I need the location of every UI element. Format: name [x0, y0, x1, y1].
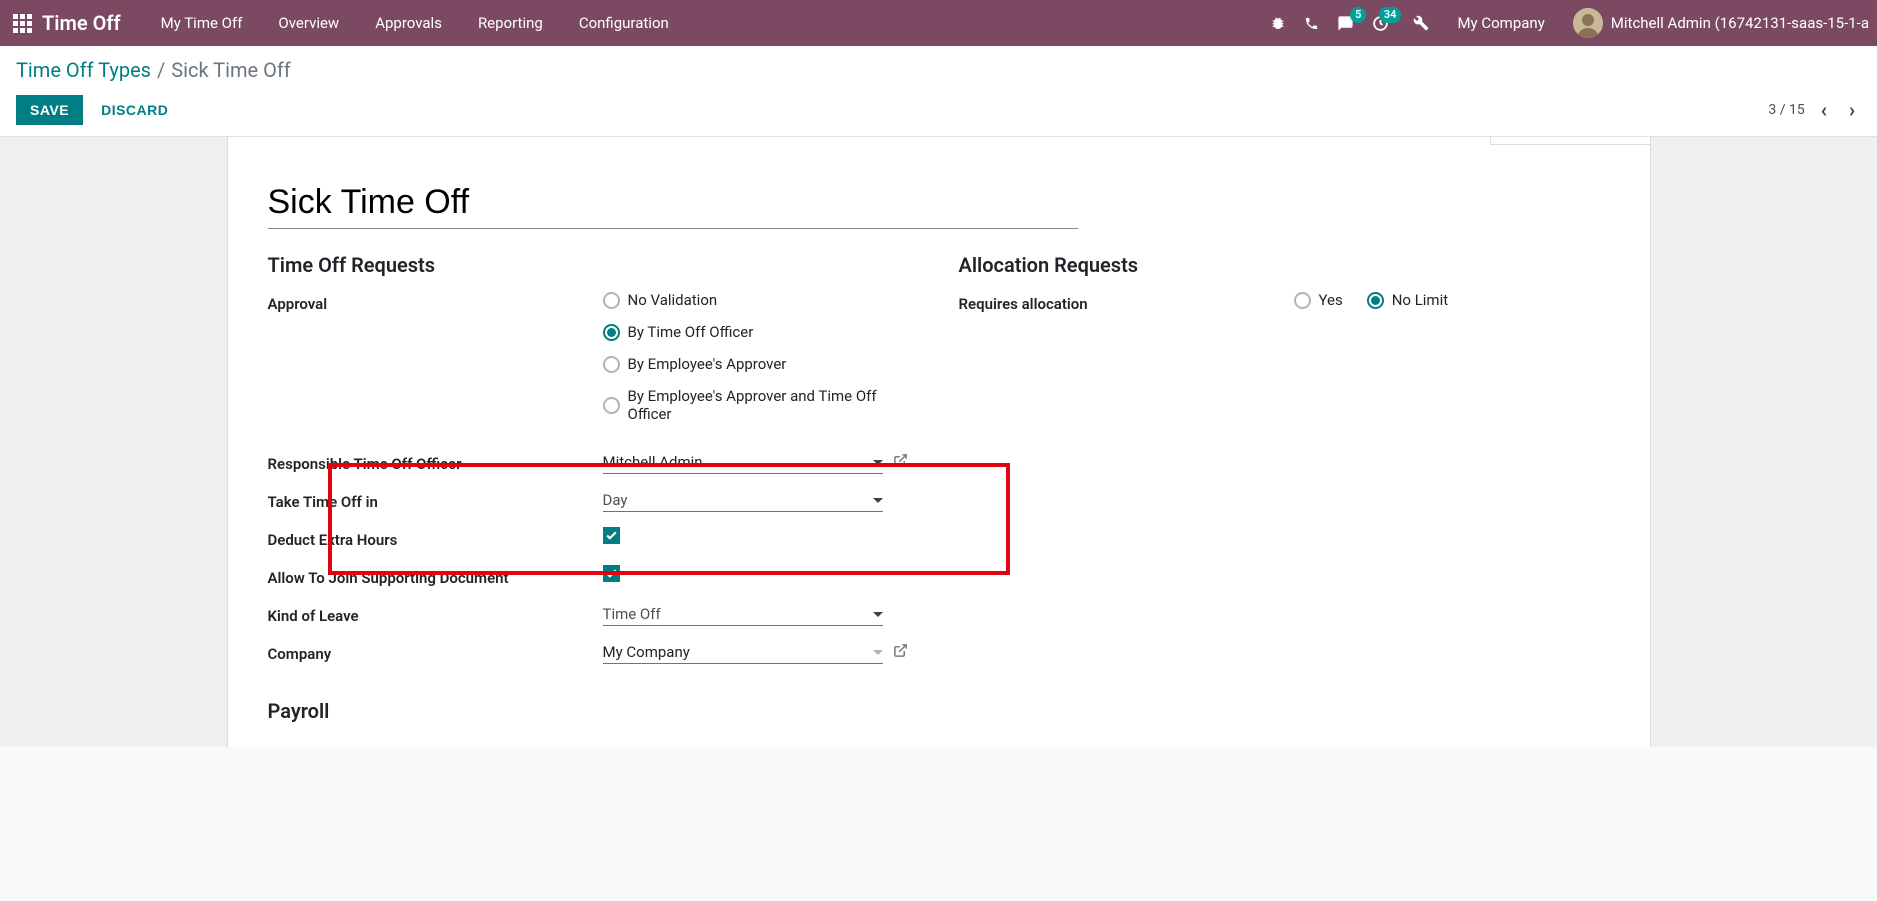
approval-option-approver[interactable]: By Employee's Approver [603, 355, 919, 373]
allow-supporting-doc-checkbox[interactable] [603, 565, 620, 582]
nav-approvals[interactable]: Approvals [359, 6, 458, 40]
breadcrumb: Time Off Types / Sick Time Off [16, 58, 1861, 82]
alloc-option-yes[interactable]: Yes [1294, 291, 1343, 309]
nav-my-time-off[interactable]: My Time Off [145, 6, 259, 40]
messages-badge: 5 [1350, 7, 1366, 23]
label-kind: Kind of Leave [268, 603, 603, 625]
save-button[interactable]: SAVE [16, 95, 83, 125]
company-selector[interactable]: My Company [1457, 14, 1544, 32]
label-requires-alloc: Requires allocation [959, 291, 1294, 313]
label-allow-doc: Allow To Join Supporting Document [268, 565, 603, 587]
responsible-officer-input[interactable]: Mitchell Admin [603, 451, 883, 474]
app-brand[interactable]: Time Off [42, 11, 121, 35]
breadcrumb-sep: / [157, 58, 165, 82]
chevron-down-icon [873, 612, 883, 617]
bug-icon[interactable] [1270, 15, 1286, 31]
label-take-in: Take Time Off in [268, 489, 603, 511]
activities-icon[interactable]: 34 [1372, 15, 1389, 32]
take-time-off-in-select[interactable]: Day [603, 489, 883, 512]
radio-unchecked-icon [603, 292, 620, 309]
section-allocation-title: Allocation Requests [959, 253, 1610, 277]
section-requests-title: Time Off Requests [268, 253, 919, 277]
deduct-extra-hours-checkbox[interactable] [603, 527, 620, 544]
approval-option-both[interactable]: By Employee's Approver and Time Off Offi… [603, 387, 919, 423]
label-company: Company [268, 641, 603, 663]
pager: 3 / 15 ‹ › [1768, 94, 1861, 126]
label-approval: Approval [268, 291, 603, 313]
company-input[interactable]: My Company [603, 641, 883, 664]
topbar: Time Off My Time Off Overview Approvals … [0, 0, 1877, 46]
systray: 5 34 My Company Mitchell Admin (16742131… [1270, 8, 1869, 38]
radio-checked-icon [1367, 292, 1384, 309]
label-responsible: Responsible Time Off Officer [268, 451, 603, 473]
radio-checked-icon [603, 324, 620, 341]
phone-icon[interactable] [1304, 16, 1319, 31]
nav-reporting[interactable]: Reporting [462, 6, 559, 40]
alloc-option-no-limit[interactable]: No Limit [1367, 291, 1448, 309]
pager-value[interactable]: 3 / 15 [1768, 102, 1804, 118]
breadcrumb-parent[interactable]: Time Off Types [16, 58, 151, 82]
control-panel: Time Off Types / Sick Time Off SAVE DISC… [0, 46, 1877, 137]
radio-unchecked-icon [1294, 292, 1311, 309]
user-name: Mitchell Admin (16742131-saas-15-1-a [1611, 14, 1869, 32]
activities-badge: 34 [1379, 7, 1402, 23]
pager-prev-icon[interactable]: ‹ [1815, 94, 1833, 126]
approval-option-no-validation[interactable]: No Validation [603, 291, 919, 309]
nav-configuration[interactable]: Configuration [563, 6, 685, 40]
form-sheet: Time Off Requests Approval No Validation… [227, 137, 1651, 747]
approval-radio-group: No Validation By Time Off Officer By Emp… [603, 291, 919, 423]
approval-option-officer[interactable]: By Time Off Officer [603, 323, 919, 341]
record-name-input[interactable] [268, 177, 1078, 229]
chevron-down-icon [873, 650, 883, 655]
messages-icon[interactable]: 5 [1337, 15, 1354, 32]
nav-overview[interactable]: Overview [262, 6, 355, 40]
radio-unchecked-icon [603, 397, 620, 414]
chevron-down-icon [873, 498, 883, 503]
section-payroll-title: Payroll [268, 699, 919, 723]
avatar [1573, 8, 1603, 38]
apps-icon[interactable] [8, 9, 36, 37]
allocation-radio-group: Yes No Limit [1294, 291, 1610, 309]
nav-menu: My Time Off Overview Approvals Reporting… [145, 6, 685, 40]
radio-unchecked-icon [603, 356, 620, 373]
chevron-down-icon [873, 460, 883, 465]
user-menu[interactable]: Mitchell Admin (16742131-saas-15-1-a [1573, 8, 1869, 38]
kind-of-leave-select[interactable]: Time Off [603, 603, 883, 626]
label-deduct: Deduct Extra Hours [268, 527, 603, 549]
pager-next-icon[interactable]: › [1843, 94, 1861, 126]
breadcrumb-current: Sick Time Off [171, 58, 290, 82]
external-link-icon[interactable] [893, 643, 908, 662]
external-link-icon[interactable] [893, 453, 908, 472]
tools-icon[interactable] [1413, 15, 1429, 31]
discard-button[interactable]: DISCARD [87, 95, 182, 125]
